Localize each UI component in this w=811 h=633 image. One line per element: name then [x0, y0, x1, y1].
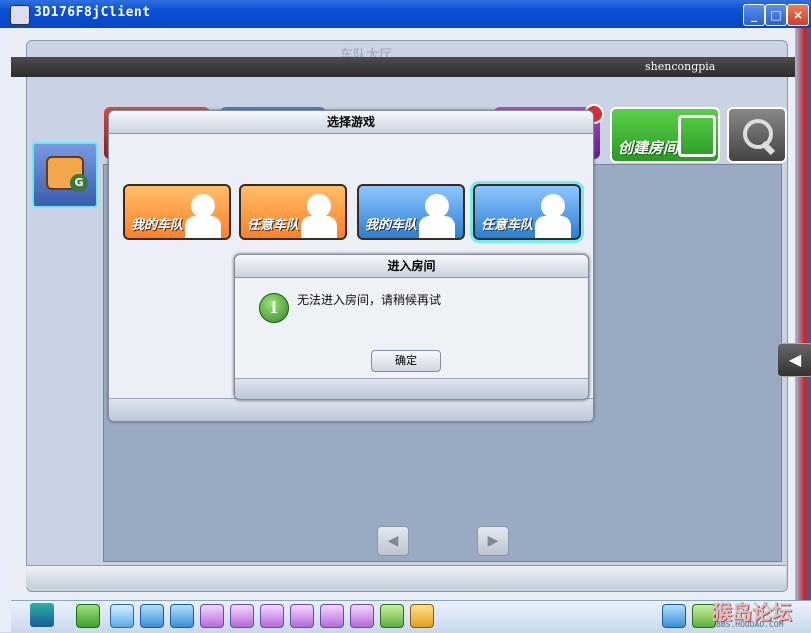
people-body	[535, 216, 571, 238]
person-icon	[425, 194, 449, 218]
person-icon	[191, 194, 215, 218]
car-icon[interactable]	[350, 604, 374, 628]
logo-icon[interactable]	[30, 603, 54, 627]
people-icon	[541, 194, 565, 218]
enter-room-footer	[235, 378, 588, 399]
book-icon[interactable]	[320, 604, 344, 628]
mode-label: 任意车队	[481, 218, 534, 233]
heart-icon[interactable]	[290, 604, 314, 628]
mode-my-team-blue[interactable]: 我的车队	[357, 184, 465, 240]
watermark-url: BBS.HOUDAO.COM	[716, 620, 784, 629]
prev-page-button[interactable]: ◀	[377, 526, 409, 556]
window-titlebar[interactable]: 3D176F8jClient _ □ ×	[0, 0, 811, 28]
enter-room-dialog: 进入房间 i 无法进入房间，请稍候再试 确定	[234, 254, 589, 400]
people-body	[301, 216, 337, 238]
home-icon[interactable]	[140, 604, 164, 628]
mode-my-team-orange[interactable]: 我的车队	[123, 184, 231, 240]
flag-icon[interactable]	[410, 604, 434, 628]
error-message: 无法进入房间，请稍候再试	[297, 293, 442, 307]
cart-icon[interactable]	[110, 604, 134, 628]
mode-label: 我的车队	[365, 218, 418, 233]
team-group-icon[interactable]: G	[32, 142, 98, 208]
enter-room-title: 进入房间	[235, 255, 588, 278]
create-room-button[interactable]: 创建房间	[610, 107, 720, 163]
next-page-button[interactable]: ▶	[477, 526, 509, 556]
person-body	[419, 216, 455, 238]
mail-icon[interactable]	[200, 604, 224, 628]
chat-icon[interactable]	[380, 604, 404, 628]
minimize-button[interactable]: _	[743, 4, 765, 26]
choose-game-title: 选择游戏	[109, 111, 593, 134]
window-title: 3D176F8jClient	[34, 5, 151, 20]
app-icon	[10, 5, 30, 25]
mode-label: 任意车队	[247, 218, 300, 233]
lobby-bottom-bar	[26, 565, 786, 588]
choose-game-footer	[109, 398, 593, 421]
info-icon: i	[259, 293, 289, 323]
search-icon-handle	[760, 140, 776, 156]
settings-icon[interactable]	[662, 604, 686, 628]
maximize-button[interactable]: □	[765, 4, 787, 26]
people-icon	[307, 194, 331, 218]
close-button[interactable]: ×	[787, 4, 809, 26]
tools-icon[interactable]	[170, 604, 194, 628]
create-room-label: 创建房间	[618, 139, 679, 157]
desktop-right-edge	[795, 28, 811, 632]
scissors-icon[interactable]	[260, 604, 284, 628]
mode-any-team-orange[interactable]: 任意车队	[239, 184, 347, 240]
team-group-badge: G	[70, 174, 88, 192]
mode-any-team-blue-selected[interactable]: 任意车队	[470, 181, 584, 243]
cube-icon	[678, 115, 716, 157]
person-body	[185, 216, 221, 238]
username-label: shencongpia	[645, 60, 716, 73]
side-panel-toggle[interactable]: ◀	[777, 343, 811, 377]
gift-icon[interactable]	[230, 604, 254, 628]
search-button[interactable]	[727, 107, 787, 163]
mode-label: 我的车队	[131, 218, 184, 233]
back-icon[interactable]	[76, 604, 100, 628]
ok-button[interactable]: 确定	[371, 350, 441, 372]
